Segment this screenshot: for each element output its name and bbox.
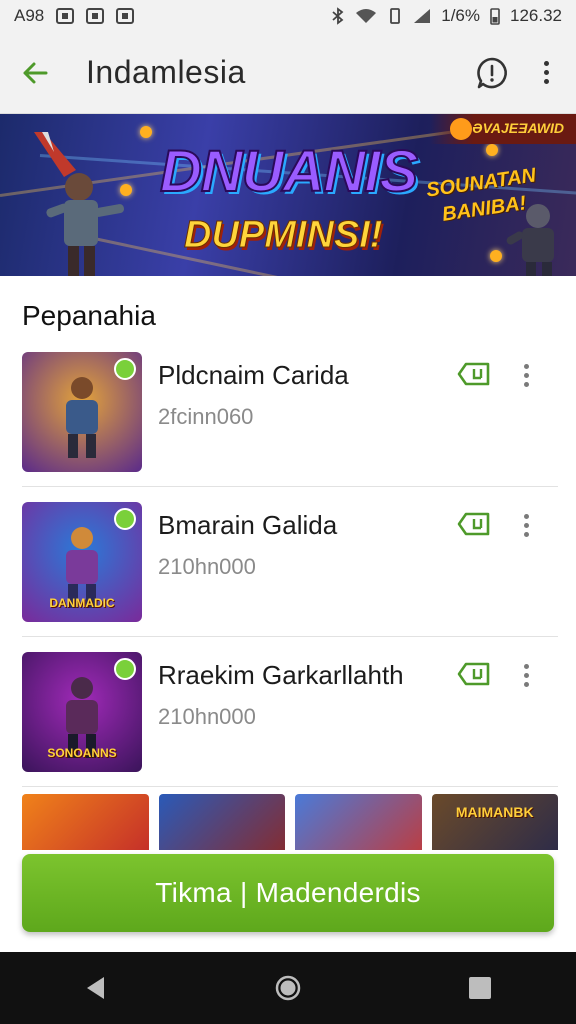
divider <box>22 786 558 787</box>
more-options-button[interactable] <box>536 55 556 91</box>
item-subtitle: 210hn000 <box>158 554 256 579</box>
thumbnail-badge-icon <box>114 358 136 380</box>
item-thumbnail <box>22 352 142 472</box>
promo-banner[interactable]: ƏVAJEƎAWID DNUANIS DUPMINSI! SOUNATAN BA… <box>0 114 576 276</box>
item-thumbnail: DANMADIC <box>22 502 142 622</box>
banner-hero-left-image <box>34 132 125 276</box>
item-title: Pldcnaim Carida <box>158 360 349 390</box>
strip-thumbnail[interactable]: MAIMANBK <box>431 794 558 854</box>
item-title: Bmarain Galida <box>158 510 338 540</box>
primary-action-button[interactable]: Tikma | Madenderdis <box>22 854 554 932</box>
thumbnail-badge-icon <box>114 658 136 680</box>
thumbnail-caption: SONOANNS <box>47 746 117 760</box>
chat-button[interactable] <box>474 55 510 91</box>
cta-container: Tikma | Madenderdis <box>0 850 576 952</box>
item-more-button[interactable] <box>516 358 536 392</box>
more-vert-icon <box>523 663 529 669</box>
item-title: Rraekim Garkarllahth <box>158 660 404 690</box>
system-nav-bar <box>0 952 576 1024</box>
strip-thumbnail[interactable] <box>22 794 149 854</box>
chat-icon <box>477 57 507 88</box>
banner-hero-right-image <box>506 204 554 276</box>
banner-corner-badge <box>450 118 472 140</box>
nav-home-button[interactable] <box>258 958 318 1018</box>
thumbnail-caption: DANMADIC <box>49 596 115 610</box>
list-item[interactable]: Pldcnaim Carida 2fcinn060 <box>0 336 576 486</box>
item-thumbnail: SONOANNS <box>22 652 142 772</box>
nav-back-button[interactable] <box>66 958 126 1018</box>
status-time: 126.32 <box>510 6 562 25</box>
list-item[interactable]: DANMADIC Bmarain Galida 210hn000 <box>0 486 576 636</box>
item-more-button[interactable] <box>516 658 536 692</box>
nav-back-icon <box>87 977 104 999</box>
banner-title: DNUANIS <box>159 138 419 205</box>
download-icon[interactable] <box>457 661 491 687</box>
back-button[interactable] <box>0 32 70 114</box>
app-bar: Indamlesia <box>0 32 576 114</box>
thumbnail-strip: MAIMANBK <box>22 794 558 854</box>
nav-recents-button[interactable] <box>450 958 510 1018</box>
strip-thumbnail[interactable] <box>158 794 285 854</box>
download-icon[interactable] <box>457 361 491 387</box>
image-notification-icon <box>86 8 105 24</box>
item-subtitle: 2fcinn060 <box>158 404 254 429</box>
item-more-button[interactable] <box>516 508 536 542</box>
item-subtitle: 210hn000 <box>158 704 256 729</box>
more-vert-icon <box>523 363 529 369</box>
battery-text: 1/6% <box>441 6 480 25</box>
notification-icon <box>56 8 75 24</box>
strip-caption: MAIMANBK <box>455 804 534 820</box>
nav-recents-icon <box>469 977 491 999</box>
more-vert-icon <box>523 513 529 519</box>
status-bar: A98 1/6% 126.32 <box>0 0 576 32</box>
signal-icon <box>414 9 431 23</box>
battery-icon <box>490 8 500 25</box>
thumbnail-badge-icon <box>114 508 136 530</box>
wifi-icon <box>356 9 377 23</box>
section-title: Pepanahia <box>22 300 156 331</box>
list-item[interactable]: SONOANNS Rraekim Garkarllahth 210hn000 <box>0 636 576 786</box>
nav-home-icon <box>275 975 301 1001</box>
banner-subtitle: DUPMINSI! <box>183 214 383 257</box>
message-notification-icon <box>116 8 135 24</box>
vibrate-icon <box>390 8 401 24</box>
back-arrow-icon <box>23 62 48 83</box>
status-left-text: A98 <box>14 6 45 25</box>
app-list: Pldcnaim Carida 2fcinn060 DANMADIC Bmara… <box>0 336 576 786</box>
page-title: Indamlesia <box>86 54 246 90</box>
strip-thumbnail[interactable] <box>295 794 422 854</box>
bluetooth-icon <box>332 7 344 25</box>
app-screen: A98 1/6% 126.32 Indamlesia ƏVAJEƎAWID DN… <box>0 0 576 1024</box>
more-vert-icon <box>543 61 549 66</box>
download-icon[interactable] <box>457 511 491 537</box>
